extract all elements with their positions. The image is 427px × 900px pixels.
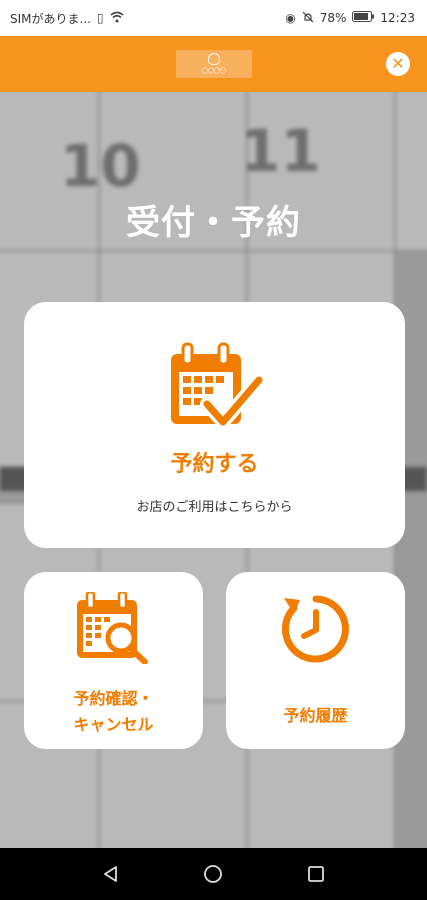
calendar-day-number: 10 bbox=[60, 132, 141, 200]
battery-icon bbox=[352, 11, 375, 25]
history-label: 予約履歴 bbox=[283, 706, 348, 725]
reserve-card[interactable]: 予約する お店のご利用はこちらから bbox=[24, 302, 405, 548]
clock-history-icon bbox=[276, 590, 356, 672]
reserve-subtext: お店のご利用はこちらから bbox=[136, 500, 293, 515]
mute-bell-icon bbox=[302, 11, 314, 26]
system-nav-bar bbox=[0, 848, 427, 900]
wifi-icon bbox=[110, 11, 124, 26]
confirm-cancel-card[interactable]: 予約確認・ キャンセル bbox=[24, 572, 203, 749]
status-bar: SIMがありま... ▯ ◉ 78% 12:23 bbox=[0, 0, 427, 36]
calendar-search-icon bbox=[75, 590, 153, 668]
main-content: 10 11 受付・予約 予約する お店のご利用はこちらから 予約確認・ キャンセ… bbox=[0, 92, 427, 848]
app-header: 〇〇〇〇 bbox=[0, 36, 427, 92]
logo-mark-icon bbox=[208, 53, 220, 65]
confirm-label-line2: キャンセル bbox=[73, 715, 154, 734]
recents-square-icon bbox=[307, 866, 324, 882]
battery-percent: 78% bbox=[319, 11, 347, 25]
status-right: ◉ 78% 12:23 bbox=[285, 11, 415, 26]
close-button[interactable]: ✕ bbox=[386, 52, 410, 76]
app-logo: 〇〇〇〇 bbox=[176, 50, 252, 78]
history-card[interactable]: 予約履歴 bbox=[226, 572, 405, 749]
page-title: 受付・予約 bbox=[126, 203, 301, 243]
reserve-label: 予約する bbox=[170, 452, 259, 477]
confirm-cancel-label: 予約確認・ キャンセル bbox=[73, 686, 153, 738]
home-button[interactable] bbox=[201, 862, 225, 886]
sim-icon: ▯ bbox=[96, 11, 104, 25]
home-circle-icon bbox=[204, 865, 223, 883]
back-triangle-icon bbox=[104, 866, 118, 882]
recents-button[interactable] bbox=[304, 862, 328, 886]
status-left: SIMがありま... ▯ bbox=[10, 10, 124, 27]
calendar-day-number: 11 bbox=[240, 117, 321, 185]
close-icon: ✕ bbox=[391, 54, 405, 73]
confirm-label-line1: 予約確認・ bbox=[73, 689, 154, 708]
carrier-text: SIMがありま... bbox=[10, 11, 91, 26]
logo-text: 〇〇〇〇 bbox=[201, 68, 226, 75]
eye-icon: ◉ bbox=[285, 11, 296, 25]
clock-time: 12:23 bbox=[380, 11, 415, 25]
back-button[interactable] bbox=[99, 862, 123, 886]
calendar-check-icon bbox=[167, 342, 266, 438]
